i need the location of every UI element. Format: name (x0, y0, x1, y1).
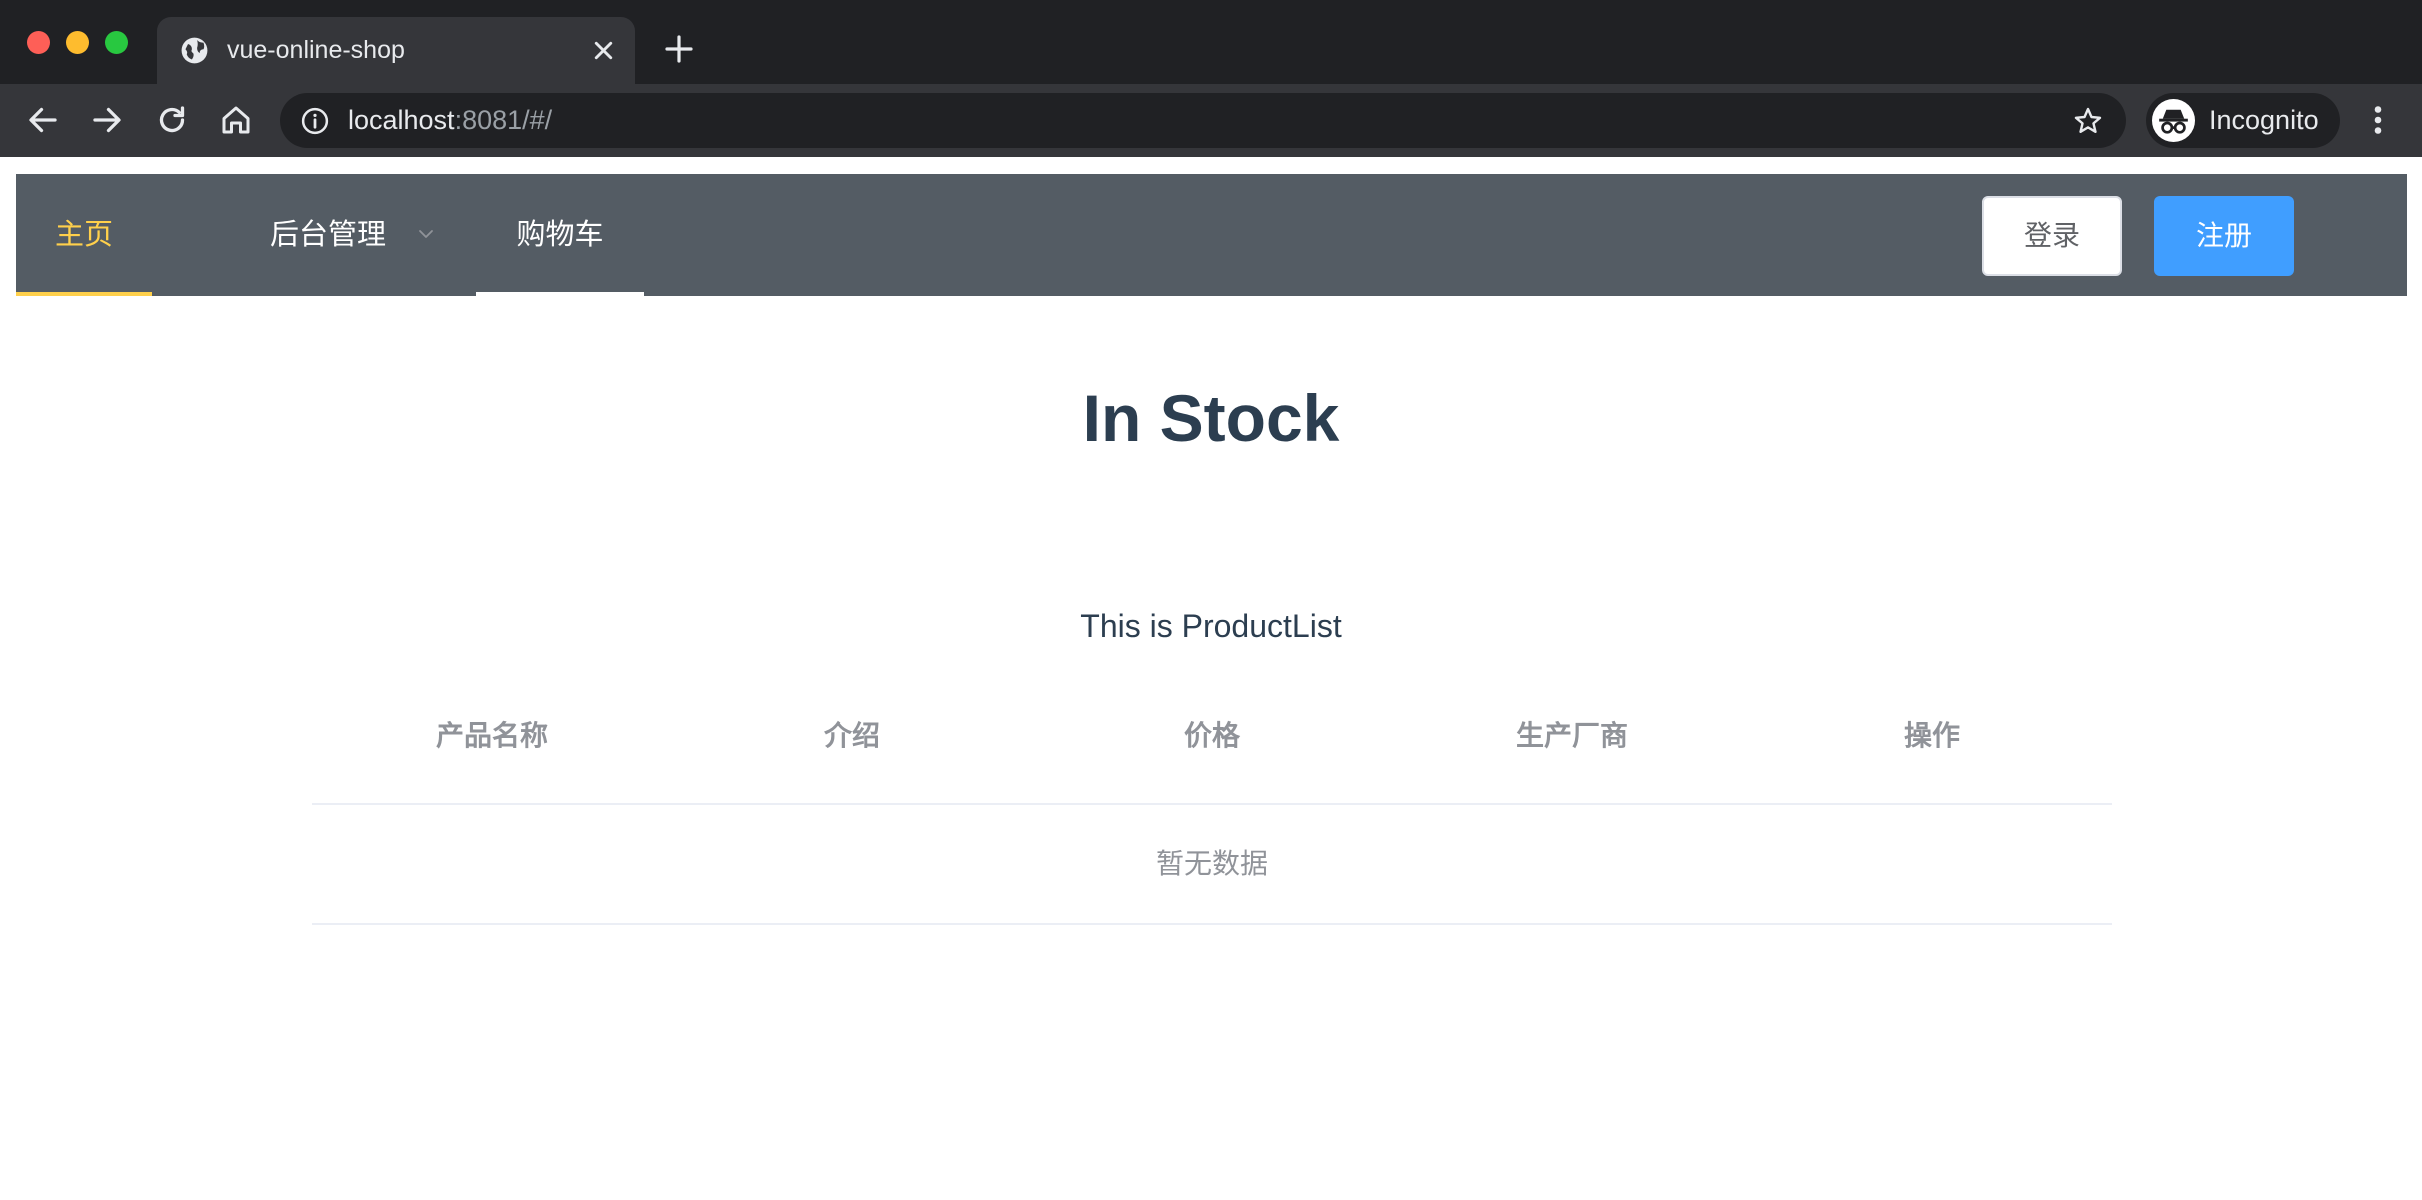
nav-home[interactable]: 主页 (16, 174, 152, 296)
table-empty-state: 暂无数据 (312, 805, 2112, 925)
nav-admin-menu[interactable]: 后台管理 (270, 174, 446, 296)
page-title: In Stock (1082, 381, 1340, 455)
browser-toolbar: localhost:8081/#/ Incognito (0, 84, 2422, 157)
column-header-price: 价格 (1183, 720, 1240, 751)
login-button[interactable]: 登录 (1982, 196, 2122, 276)
browser-chrome: vue-online-shop localhost:8081/#/ Incogn… (0, 0, 2422, 157)
nav-cart[interactable]: 购物车 (476, 174, 644, 296)
globe-icon (181, 37, 208, 64)
column-header-name: 产品名称 (435, 720, 548, 751)
url-path: :8081/#/ (454, 105, 553, 135)
minimize-window-button[interactable] (66, 31, 89, 54)
register-button[interactable]: 注册 (2154, 196, 2294, 276)
address-bar[interactable]: localhost:8081/#/ (280, 93, 2126, 148)
kebab-menu-icon[interactable] (2366, 102, 2390, 138)
back-arrow-icon[interactable] (25, 102, 61, 138)
nav-admin-label: 后台管理 (270, 219, 387, 251)
reload-icon[interactable] (154, 102, 190, 138)
tab-strip: vue-online-shop (0, 0, 2422, 84)
column-header-actions: 操作 (1903, 720, 1960, 751)
tab-title: vue-online-shop (227, 36, 405, 64)
column-header-manufacturer: 生产厂商 (1515, 720, 1628, 751)
home-icon[interactable] (218, 102, 254, 138)
product-list-subtitle: This is ProductList (1080, 608, 1342, 644)
chevron-down-icon (419, 230, 433, 238)
forward-arrow-icon[interactable] (89, 102, 125, 138)
info-icon[interactable] (300, 106, 330, 136)
profile-label: Incognito (2209, 105, 2319, 135)
incognito-icon (2152, 99, 2195, 142)
product-table: 产品名称 介绍 价格 生产厂商 操作 暂无数据 (312, 690, 2112, 925)
url-host: localhost (348, 105, 455, 135)
table-header-row: 产品名称 介绍 价格 生产厂商 操作 (312, 690, 2112, 805)
site-nav-bar: 主页 后台管理 购物车 登录 注册 (16, 174, 2407, 296)
plus-icon[interactable] (663, 33, 695, 65)
close-icon[interactable] (589, 36, 618, 65)
browser-tab[interactable]: vue-online-shop (157, 17, 635, 84)
url-text: localhost:8081/#/ (348, 105, 552, 136)
star-icon[interactable] (2072, 105, 2104, 137)
column-header-description: 介绍 (823, 720, 880, 751)
maximize-window-button[interactable] (105, 31, 128, 54)
profile-button[interactable]: Incognito (2146, 93, 2340, 148)
close-window-button[interactable] (27, 31, 50, 54)
